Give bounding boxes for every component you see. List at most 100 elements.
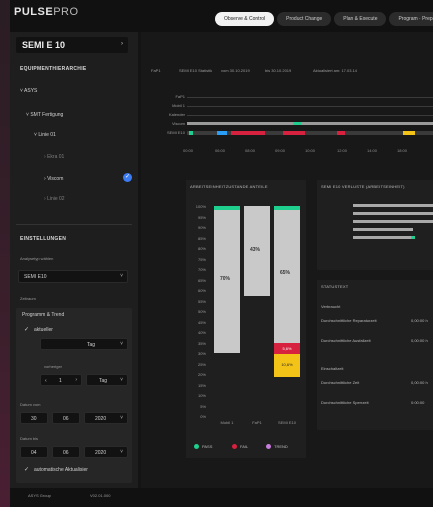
chevron-down-icon: ˅ <box>120 377 123 383</box>
date-to-year[interactable]: 2020 ˅ <box>84 446 128 458</box>
tree-item-viscom[interactable]: › Viscom <box>44 176 63 182</box>
timeline-segment <box>283 131 305 135</box>
y-tick-label: 40% <box>197 330 206 335</box>
chevron-down-icon: ˅ <box>120 273 123 279</box>
previous-unit-select[interactable]: Tag ˅ <box>86 374 128 386</box>
bottom-bar: ASYS Group V02.01.000 <box>10 488 433 507</box>
footer-company: ASYS Group <box>28 493 51 498</box>
legend-fail: FAIL <box>232 444 248 450</box>
stepper-left-icon[interactable]: ‹ <box>45 378 47 384</box>
date-to-day[interactable]: 04 <box>20 446 48 458</box>
bar-value-label: 70% <box>220 275 231 282</box>
status-row-label: Durchschnittliche Ausfallzeit <box>321 338 371 343</box>
chevron-right-icon: › <box>121 41 123 47</box>
fail-dot-icon <box>232 444 237 450</box>
trend-dot-icon <box>266 444 271 450</box>
timeline-segment <box>217 131 227 135</box>
timeline-row-label: Mobil 1 <box>172 103 185 108</box>
tree-item-smt[interactable]: ˅ SMT Fertigung <box>26 112 63 118</box>
timeline-tick: 18:00 <box>397 148 408 153</box>
timeline-tick: 09:00 <box>275 148 286 153</box>
previous-count-stepper[interactable]: ‹ 1 › <box>40 374 82 386</box>
meta-from: vom 30.10.2019 <box>221 68 250 73</box>
timeline-track <box>187 115 433 116</box>
date-from-year[interactable]: 2020 ˅ <box>84 412 128 424</box>
date-from-month[interactable]: 06 <box>52 412 80 424</box>
current-unit-select[interactable]: Tag ˅ <box>40 338 128 350</box>
period-label: Zeitraum <box>20 296 36 301</box>
previous-label: vorheriger <box>44 364 63 369</box>
timeline-tick: 00:00 <box>183 148 194 153</box>
timeline-segment <box>337 131 345 135</box>
status-row-label: Durchschnittliche Sperrzeit <box>321 400 369 405</box>
y-tick-label: 60% <box>197 288 206 293</box>
auto-refresh-label: automatische Aktualisier <box>34 467 88 473</box>
tree-item-asys[interactable]: ˅ ASYS <box>20 88 37 94</box>
y-tick-label: 25% <box>197 361 206 367</box>
current-check-icon[interactable]: ✓ <box>24 326 29 333</box>
losses-panel: SEMI E10 VERLUSTE (ARBEITSEINHEIT) <box>317 180 433 270</box>
timeline-row-label: Kalender <box>168 112 185 117</box>
hierarchy-heading: EQUIPMENTHIERARCHIE <box>20 66 87 72</box>
losses-title: SEMI E10 VERLUSTE (ARBEITSEINHEIT) <box>321 184 405 189</box>
product-selector[interactable]: SEMI E 10 › <box>16 37 128 53</box>
tree-item-linie02[interactable]: › Linie 02 <box>44 196 65 202</box>
tab-plan-execute[interactable]: Plan & Execute <box>334 12 387 26</box>
x-tick-label: FaP1 <box>252 420 262 425</box>
status-row-label: Durchschnittliche Reparaturzeit <box>321 318 377 323</box>
status-row-value: 0,00:00 h <box>411 318 428 323</box>
y-tick-label: 75% <box>197 256 206 262</box>
timeline-track <box>187 106 433 107</box>
current-label: aktueller <box>34 327 53 333</box>
timeline-tick: 08:00 <box>245 148 256 153</box>
chevron-down-icon: ˅ <box>120 341 123 347</box>
analysis-select[interactable]: SEMI E10 ˅ <box>18 270 128 283</box>
y-tick-label: 15% <box>197 382 206 388</box>
status-row-label: Durchschnittliche Zeit <box>321 380 360 385</box>
pass-dot-icon <box>194 444 199 450</box>
y-tick-label: 50% <box>197 309 206 314</box>
timeline-row-label: Viscom <box>171 121 185 126</box>
x-tick-label: SEMI E10 <box>277 420 296 425</box>
settings-heading: EINSTELLUNGEN <box>20 236 67 242</box>
y-tick-label: 10% <box>197 393 206 398</box>
y-tick-label: 80% <box>197 246 206 251</box>
timeline-track <box>187 97 433 98</box>
tree-item-ekra01[interactable]: › Ekra 01 <box>44 154 64 160</box>
date-from-day[interactable]: 30 <box>20 412 48 424</box>
tab-program-preparation[interactable]: Program · Preparation <box>389 12 433 26</box>
loss-bar-pass <box>411 236 415 239</box>
y-tick-label: 45% <box>197 319 206 325</box>
state-bar-pass <box>274 206 300 210</box>
timeline-segment <box>403 131 415 135</box>
y-tick-label: 65% <box>197 277 206 283</box>
tree-item-linie01[interactable]: ˅ Linie 01 <box>34 132 56 138</box>
meta-equipment: SEMI E10 Statistik <box>179 68 213 73</box>
legend-trend: TREND <box>266 444 288 450</box>
status-row-value: 0,00:00 h <box>411 380 428 385</box>
footer-version: V02.01.000 <box>90 493 111 498</box>
date-to-month[interactable]: 06 <box>52 446 80 458</box>
timeline-row-label: FaP1 <box>175 94 185 99</box>
timeline-tick: 10:00 <box>305 148 316 153</box>
state-bar-yellow: 10,6% <box>274 354 300 377</box>
tab-product-change[interactable]: Product Change <box>277 12 332 26</box>
status-row-value: 0:00:00 <box>411 400 425 405</box>
chevron-down-icon: ˅ <box>120 415 123 421</box>
tab-observe-control[interactable]: Observe & Control <box>215 12 275 26</box>
state-shares-panel: ARBEITSEINHEITZUSTANDE ANTEILE 100% 95% 90… <box>186 180 306 458</box>
auto-refresh-check-icon[interactable]: ✓ <box>24 466 29 473</box>
y-tick-label: 85% <box>197 235 206 241</box>
timeline-tick: 14:00 <box>367 148 378 153</box>
meta-updated: Aktualisiert am: 17.03.14 <box>313 68 358 73</box>
bar-value-label: 65% <box>280 270 291 277</box>
status-row-label: Einschaltzeit <box>321 366 344 371</box>
loss-bar <box>353 228 413 231</box>
top-bar: PULSEPRO Observe & Control Product Chang… <box>10 0 433 32</box>
legend-pass: PASS <box>194 444 212 450</box>
state-bar-pass <box>214 206 240 210</box>
timeline-row-label: SEMI E10 <box>166 130 185 135</box>
timeline-segment <box>293 122 301 125</box>
meta-line: FaP1 <box>151 68 161 73</box>
stepper-right-icon[interactable]: › <box>75 377 77 383</box>
